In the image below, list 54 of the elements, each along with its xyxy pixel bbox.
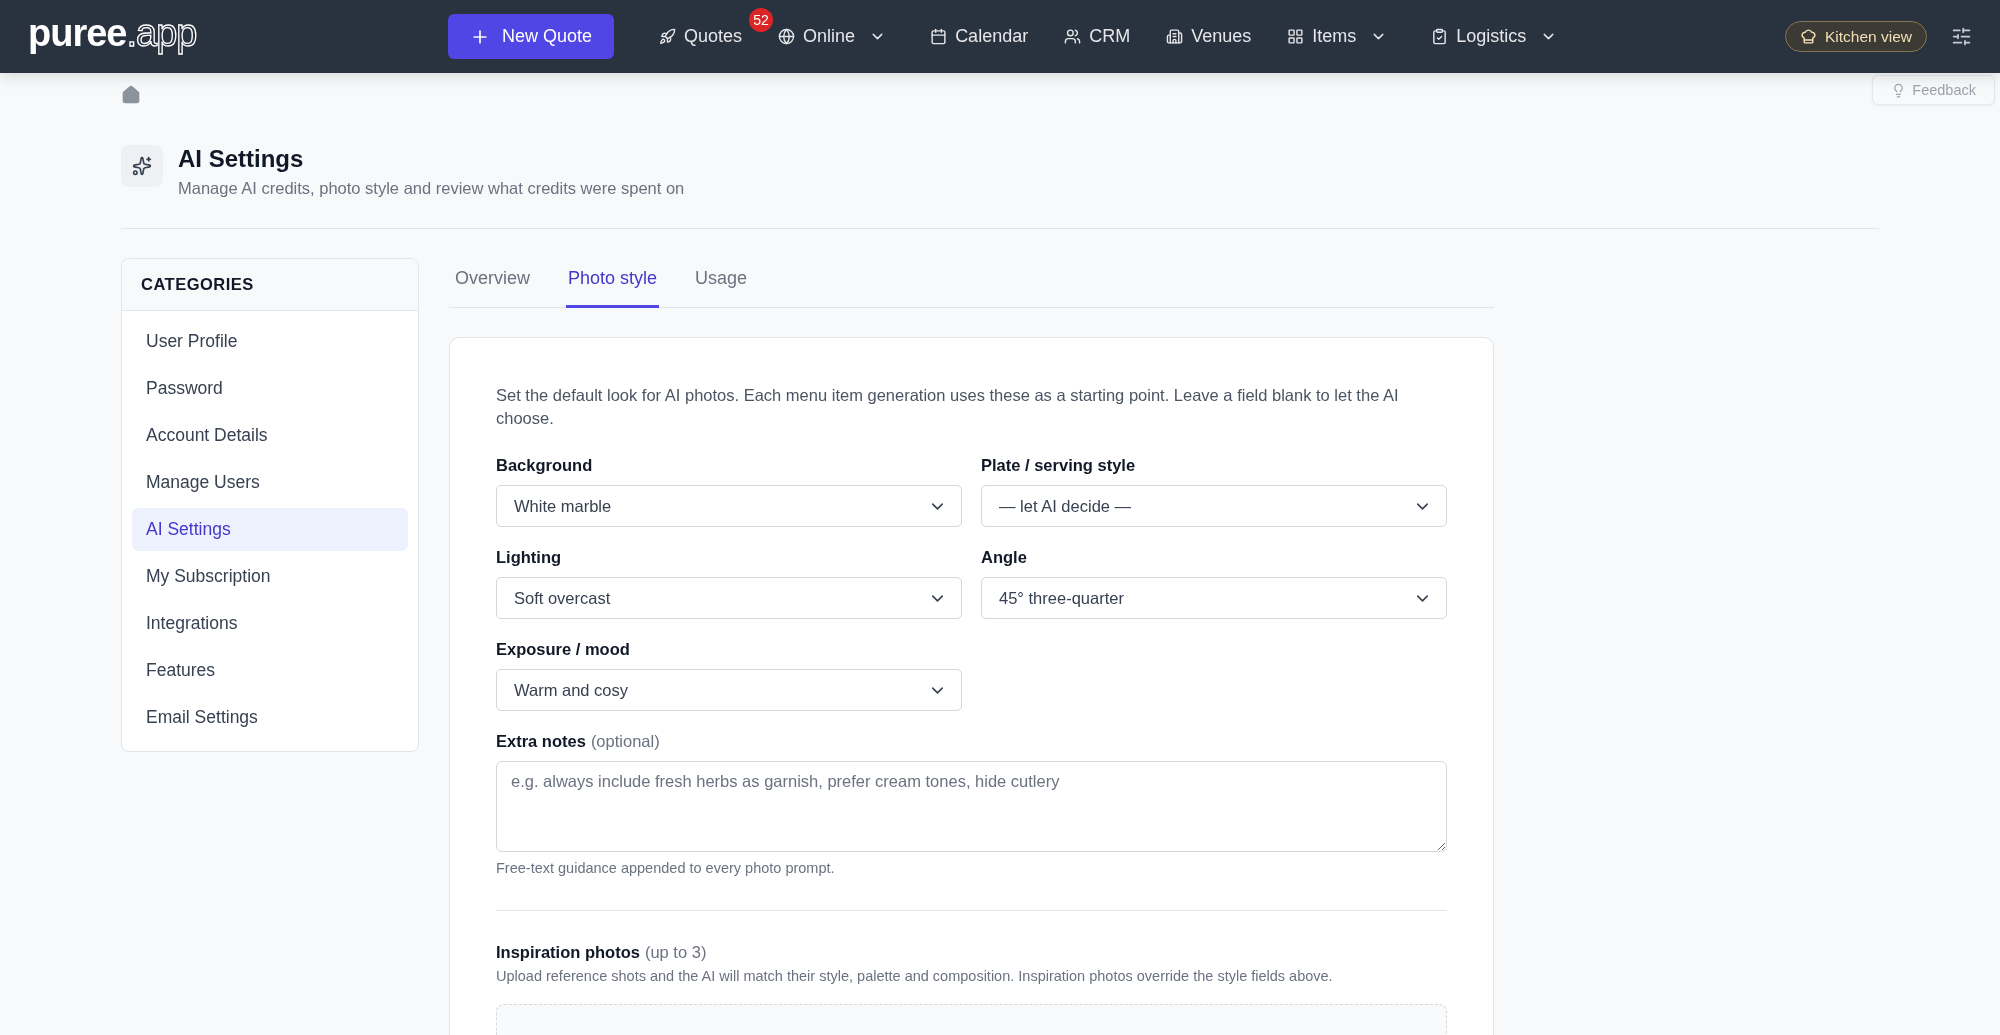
intro-text: Set the default look for AI photos. Each menu item generation uses these as a starting point. Leave a field blank to let the AI choose.: [496, 385, 1400, 429]
sidebar-item[interactable]: Features: [132, 649, 408, 692]
new-quote-button[interactable]: New Quote: [448, 14, 615, 59]
notes-field[interactable]: e.g. always include fresh herbs as garnish, prefer cream tones, hide cutlery: [496, 761, 1447, 852]
home-icon[interactable]: [121, 85, 141, 105]
field-label: Exposure / mood: [496, 640, 631, 659]
chef-hat-icon: [1800, 28, 1817, 45]
users-icon: [1064, 28, 1082, 45]
sidebar-item[interactable]: Account Details: [132, 414, 408, 457]
field-label: Angle: [981, 548, 1028, 567]
calendar-icon: [930, 28, 948, 45]
page-subtitle: Manage AI credits, photo style and review what credits were spent on: [178, 179, 685, 198]
field-label: Background: [496, 456, 594, 475]
sidebar-item[interactable]: Manage Users: [132, 461, 408, 504]
globe-icon: [778, 28, 796, 45]
tab[interactable]: Photo style: [566, 258, 660, 308]
sidebar-item[interactable]: AI Settings: [132, 508, 408, 551]
select-field[interactable]: — let AI decide —: [981, 485, 1447, 527]
select-field[interactable]: 45° three-quarter: [981, 577, 1447, 619]
field-hint: Free-text guidance appended to every photo prompt.: [496, 860, 836, 876]
kitchen-view-button[interactable]: Kitchen view: [1785, 21, 1927, 52]
grid-icon: [1287, 28, 1305, 45]
sidebar-item[interactable]: Password: [132, 367, 408, 410]
tab[interactable]: Usage: [693, 258, 750, 308]
nav-item[interactable]: Online: [778, 26, 887, 47]
nav-item[interactable]: Items: [1287, 26, 1388, 47]
rocket-icon: [659, 28, 677, 45]
sidebar-item[interactable]: My Subscription: [132, 555, 408, 598]
building-icon: [1166, 28, 1184, 45]
sidebar-item[interactable]: User Profile: [132, 320, 408, 363]
limit-note: (up to 3): [644, 943, 707, 962]
field-label: Plate / serving style: [981, 456, 1137, 475]
logo[interactable]: puree.app: [28, 12, 448, 55]
section-title: Inspiration photos: [496, 943, 640, 962]
nav-item[interactable]: Venues: [1166, 26, 1252, 47]
clipboard-check-icon: [1431, 28, 1449, 45]
select-field[interactable]: White marble: [496, 485, 962, 527]
select-field[interactable]: Soft overcast: [496, 577, 962, 619]
categories-heading: CATEGORIES: [122, 259, 418, 311]
nav-item[interactable]: Logistics: [1431, 26, 1558, 47]
select-field[interactable]: Warm and cosy: [496, 669, 962, 711]
optional-note: (optional): [590, 732, 660, 751]
settings-button[interactable]: [1951, 26, 1972, 47]
section-description: Upload reference shots and the AI will match their style, palette and composition. Inspiration photos override the style fields above.: [496, 968, 1334, 984]
tab[interactable]: Overview: [453, 258, 532, 308]
sidebar-item[interactable]: Integrations: [132, 602, 408, 645]
notification-badge: 52: [749, 8, 774, 32]
nav-item[interactable]: CRM: [1064, 26, 1131, 47]
field-label: Extra notes: [496, 732, 586, 751]
sidebar-item[interactable]: Email Settings: [132, 696, 408, 739]
sparkles-icon: [132, 156, 152, 176]
nav-item[interactable]: Calendar: [930, 26, 1029, 47]
field-label: Lighting: [496, 548, 563, 567]
page-title: AI Settings: [178, 145, 305, 173]
